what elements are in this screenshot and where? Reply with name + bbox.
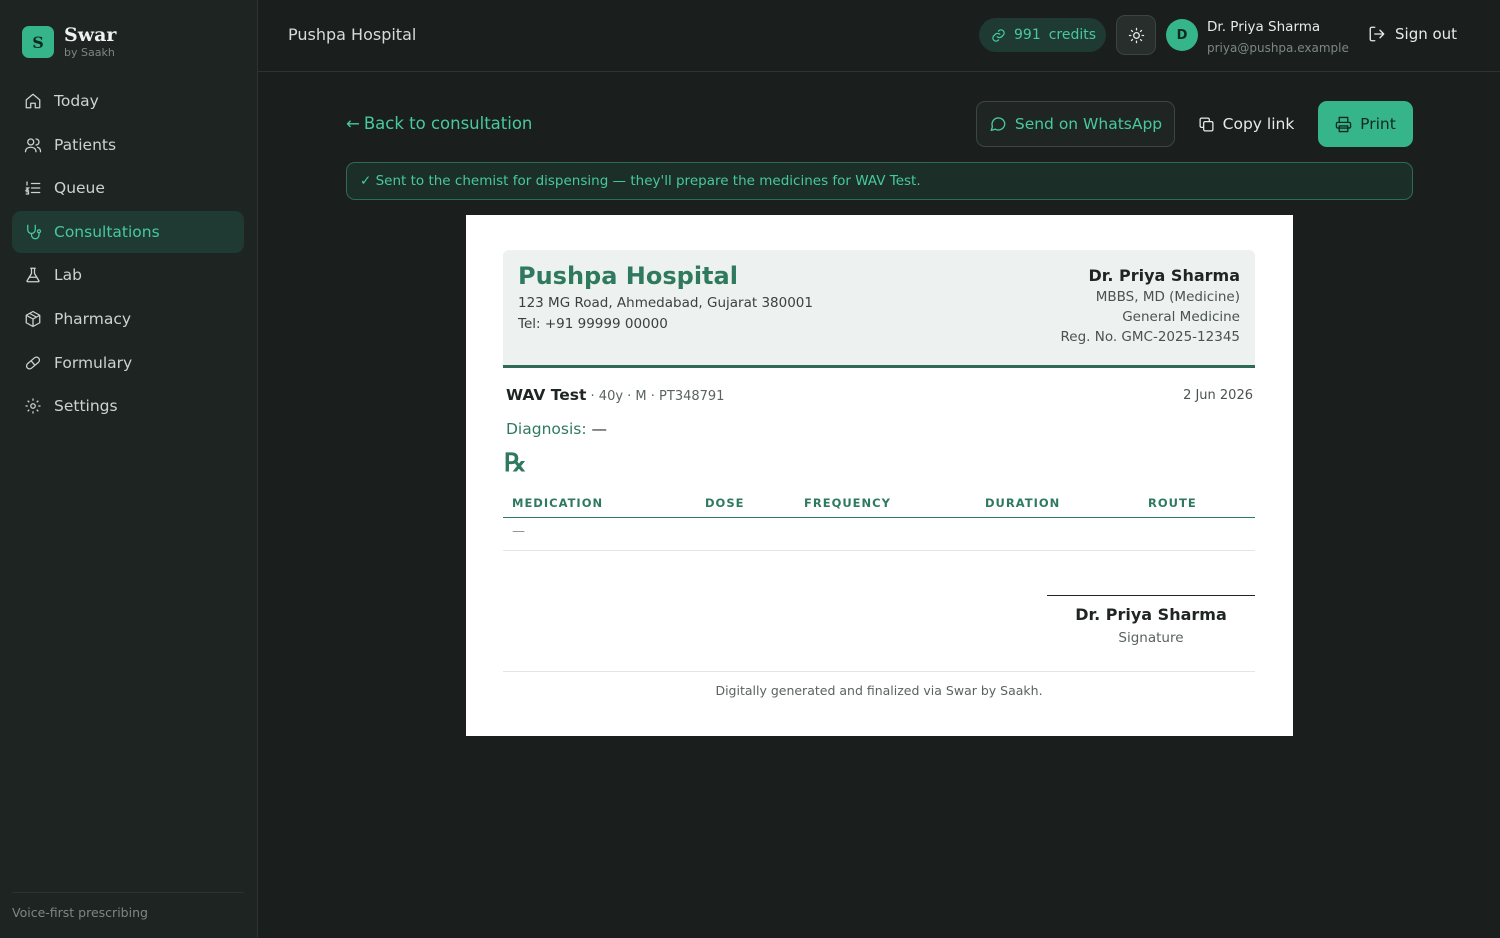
doctor-name: Dr. Priya Sharma — [1088, 266, 1240, 285]
credits-value: 991 — [1014, 27, 1041, 43]
sidebar-item-label: Today — [54, 92, 99, 110]
sidebar-item-label: Queue — [54, 179, 105, 198]
sidebar-item-patients[interactable]: Patients — [12, 124, 244, 166]
sidebar-item-today[interactable]: Today — [12, 80, 244, 122]
medication-table: MEDICATION DOSE FREQUENCY DURATION ROUTE… — [503, 492, 1255, 551]
sidebar: S Swar by Saakh Today Patients Queue Con… — [0, 0, 258, 938]
send-whatsapp-button[interactable]: Send on WhatsApp — [976, 101, 1175, 147]
prescription-sheet: Pushpa Hospital 123 MG Road, Ahmedabad, … — [466, 215, 1293, 736]
signature-name: Dr. Priya Sharma — [1075, 605, 1227, 624]
copy-link-button[interactable]: Copy link — [1186, 101, 1306, 147]
print-label: Print — [1360, 115, 1396, 133]
flask-icon — [24, 266, 42, 284]
sidebar-nav: Today Patients Queue Consultations Lab P… — [12, 80, 244, 429]
diagnosis: Diagnosis: — — [506, 420, 607, 438]
column-medication: MEDICATION — [512, 496, 604, 510]
brand-logo: S — [22, 26, 54, 58]
sidebar-item-settings[interactable]: Settings — [12, 385, 244, 427]
sun-icon — [1128, 27, 1145, 44]
brand[interactable]: S Swar by Saakh — [22, 26, 116, 58]
sidebar-item-label: Pharmacy — [54, 309, 132, 328]
sidebar-item-consultations[interactable]: Consultations — [12, 210, 244, 253]
whatsapp-label: Send on WhatsApp — [1014, 115, 1163, 133]
patient-meta: · 40y · M · PT348791 — [586, 389, 725, 404]
back-label: Back to consultation — [363, 114, 533, 133]
sheet-footer: Digitally generated and finalized via Sw… — [503, 671, 1255, 698]
diagnosis-label: Diagnosis: — [506, 420, 587, 438]
back-to-consultation-link[interactable]: ← Back to consultation — [346, 114, 532, 133]
sidebar-item-formulary[interactable]: Formulary — [12, 342, 244, 384]
table-header: MEDICATION DOSE FREQUENCY DURATION ROUTE — [503, 492, 1255, 518]
signature-label: Signature — [1118, 630, 1184, 646]
sign-out-button[interactable]: Sign out — [1368, 25, 1457, 43]
page-title: Pushpa Hospital — [288, 25, 417, 44]
credits-badge[interactable]: 991 credits — [979, 18, 1106, 52]
sidebar-item-label: Consultations — [54, 222, 160, 241]
rx-symbol: ℞ — [504, 448, 527, 477]
table-row: — — [503, 518, 1255, 551]
copy-icon — [1198, 116, 1215, 133]
users-icon — [24, 136, 42, 154]
sign-out-label: Sign out — [1395, 25, 1458, 43]
sidebar-item-label: Lab — [54, 266, 82, 285]
sidebar-item-lab[interactable]: Lab — [12, 254, 244, 296]
patient-name: WAV Test — [506, 386, 587, 404]
doctor-degree: MBBS, MD (Medicine) — [1095, 289, 1240, 305]
log-out-icon — [1368, 25, 1386, 43]
prescription-date: 2 Jun 2026 — [1183, 388, 1253, 403]
message-circle-icon — [989, 115, 1007, 133]
letterhead: Pushpa Hospital 123 MG Road, Ahmedabad, … — [503, 250, 1255, 368]
user-name: Dr. Priya Sharma — [1207, 19, 1321, 35]
list-ordered-icon — [24, 179, 42, 197]
patient-info: WAV Test · 40y · M · PT348791 — [506, 386, 724, 404]
signature-line — [1047, 595, 1255, 596]
printer-icon — [1335, 116, 1352, 133]
doctor-registration: Reg. No. GMC-2025-12345 — [1060, 329, 1240, 345]
sidebar-footer: Voice-first prescribing — [12, 892, 244, 920]
hospital-name: Pushpa Hospital — [518, 262, 738, 290]
home-icon — [24, 92, 42, 110]
empty-cell: — — [512, 524, 525, 539]
link-icon — [991, 28, 1006, 43]
sidebar-item-label: Formulary — [54, 353, 133, 372]
sidebar-item-queue[interactable]: Queue — [12, 167, 244, 209]
doctor-specialty: General Medicine — [1122, 309, 1240, 325]
brand-name: Swar — [64, 24, 117, 46]
column-route: ROUTE — [1148, 496, 1197, 510]
copy-label: Copy link — [1222, 115, 1295, 133]
hospital-phone: Tel: +91 99999 00000 — [518, 316, 668, 332]
hospital-address: 123 MG Road, Ahmedabad, Gujarat 380001 — [518, 295, 813, 311]
dispensing-notice: ✓ Sent to the chemist for dispensing — t… — [346, 162, 1413, 200]
brand-sub: by Saakh — [64, 46, 115, 59]
avatar[interactable]: D — [1166, 19, 1198, 51]
sidebar-item-pharmacy[interactable]: Pharmacy — [12, 298, 244, 340]
pill-icon — [24, 354, 42, 372]
column-duration: DURATION — [985, 496, 1061, 510]
sidebar-item-label: Settings — [54, 397, 118, 416]
gear-icon — [24, 397, 42, 415]
top-bar: Pushpa Hospital 991 credits D Dr. Priya … — [258, 0, 1500, 72]
theme-toggle-button[interactable] — [1116, 15, 1156, 55]
arrow-left-icon: ← — [346, 114, 360, 133]
column-dose: DOSE — [705, 496, 745, 510]
package-icon — [24, 310, 42, 328]
column-frequency: FREQUENCY — [804, 496, 891, 510]
print-button[interactable]: Print — [1318, 101, 1413, 147]
diagnosis-value: — — [591, 420, 608, 438]
stethoscope-icon — [24, 223, 42, 241]
sidebar-item-label: Patients — [54, 135, 117, 154]
user-email: priya@pushpa.example — [1207, 41, 1349, 55]
doctor-details: Dr. Priya Sharma MBBS, MD (Medicine) Gen… — [1060, 266, 1240, 345]
credits-label: credits — [1048, 27, 1097, 43]
